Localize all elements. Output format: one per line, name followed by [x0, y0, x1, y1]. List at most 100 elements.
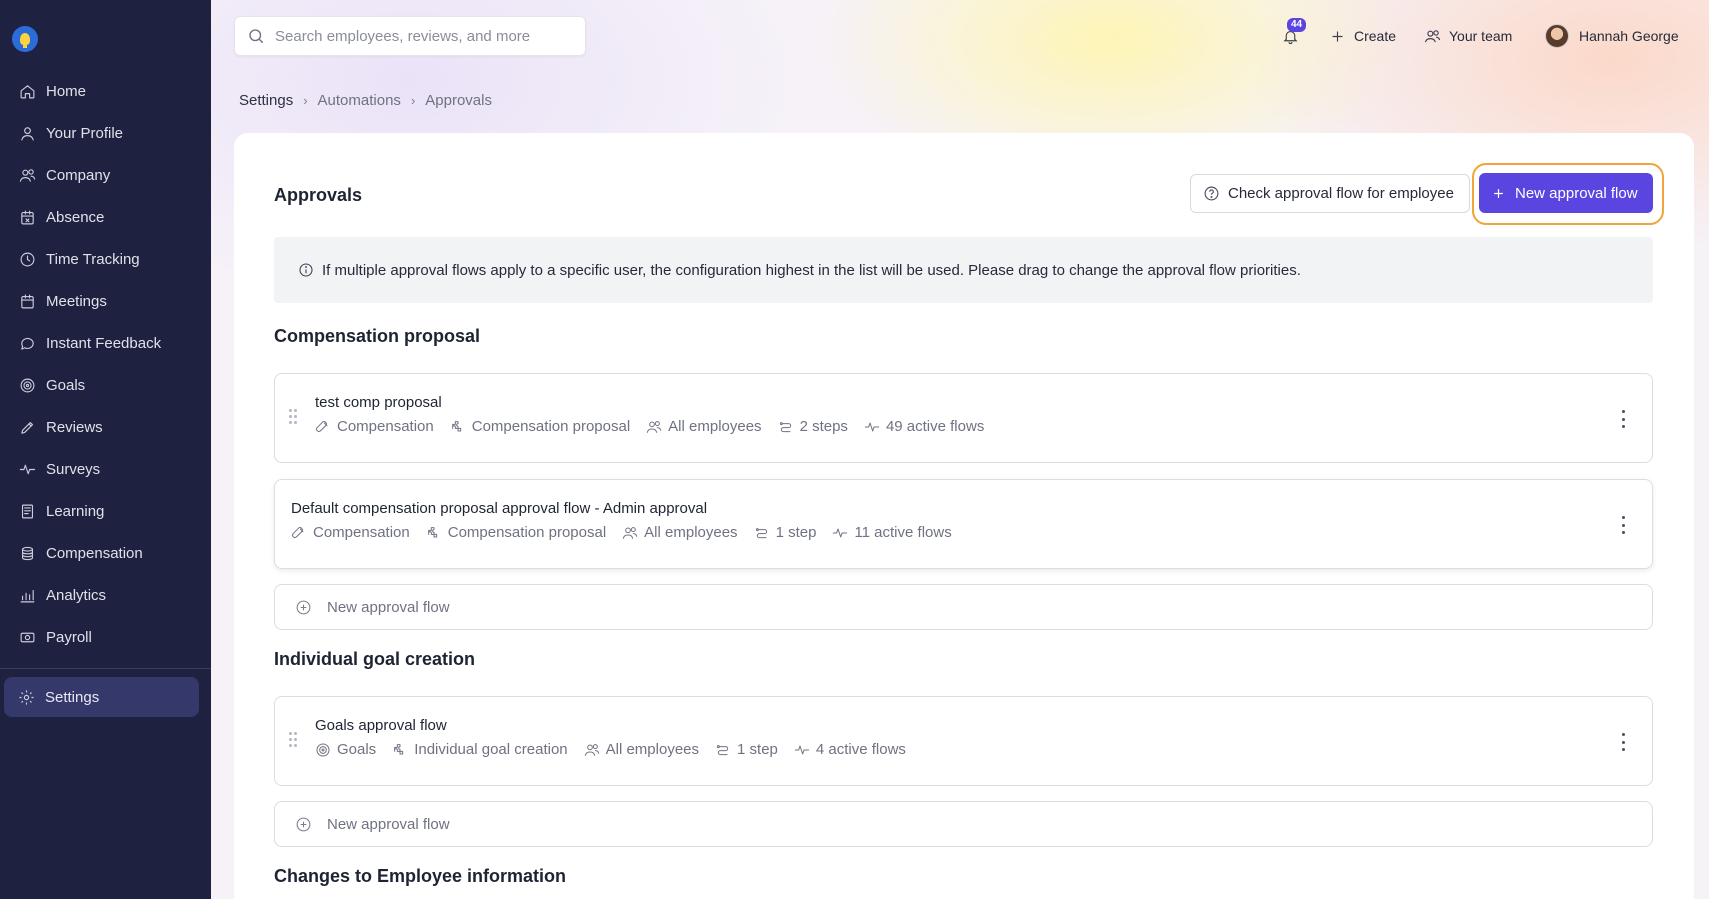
- sidebar-item-label: Surveys: [46, 460, 101, 478]
- users-icon: [623, 526, 638, 539]
- plus-icon: [1332, 31, 1343, 41]
- approval-flow-row[interactable]: Goals approval flow Goals Individual goa…: [274, 696, 1653, 786]
- new-approval-flow-button[interactable]: New approval flow: [1479, 173, 1653, 213]
- sidebar-item-home[interactable]: Home: [0, 70, 211, 112]
- info-banner: If multiple approval flows apply to a sp…: [274, 237, 1653, 303]
- steps-icon: [779, 421, 791, 432]
- sidebar-item-label: Reviews: [46, 418, 103, 436]
- user-menu[interactable]: Hannah George: [1545, 22, 1679, 50]
- notification-badge: 44: [1287, 18, 1307, 32]
- sidebar-item-surveys[interactable]: Surveys: [0, 448, 211, 490]
- calendar-icon: [18, 292, 36, 310]
- flow-module: Compensation: [291, 524, 410, 541]
- users-icon: [584, 743, 599, 756]
- more-options-icon[interactable]: [1620, 410, 1626, 428]
- book-icon: [18, 502, 36, 520]
- sidebar-item-label: Instant Feedback: [46, 334, 162, 352]
- add-approval-flow-button[interactable]: New approval flow: [274, 801, 1653, 847]
- add-approval-flow-label: New approval flow: [327, 815, 450, 833]
- sidebar: Home Your Profile Company Absence Time T…: [0, 0, 211, 899]
- add-approval-flow-button[interactable]: New approval flow: [274, 584, 1653, 630]
- check-approval-flow-label: Check approval flow for employee: [1228, 185, 1454, 202]
- flow-steps: 1 step: [754, 524, 816, 541]
- home-icon: [18, 82, 36, 100]
- sidebar-item-time-tracking[interactable]: Time Tracking: [0, 238, 211, 280]
- sidebar-item-reviews[interactable]: Reviews: [0, 406, 211, 448]
- chart-icon: [18, 586, 36, 604]
- sidebar-item-label: Meetings: [46, 292, 107, 310]
- sidebar-item-goals[interactable]: Goals: [0, 364, 211, 406]
- sidebar-item-absence[interactable]: Absence: [0, 196, 211, 238]
- flow-type: Compensation proposal: [450, 418, 630, 435]
- sidebar-item-analytics[interactable]: Analytics: [0, 574, 211, 616]
- puzzle-icon: [451, 420, 461, 431]
- sidebar-item-label: Settings: [45, 688, 100, 706]
- sidebar-item-payroll[interactable]: Payroll: [0, 616, 211, 658]
- sidebar-item-label: Payroll: [46, 628, 92, 646]
- chat-icon: [18, 334, 36, 352]
- flow-module: Compensation: [315, 418, 434, 435]
- steps-icon: [716, 744, 729, 755]
- search-icon: [249, 29, 264, 44]
- pulse-icon: [864, 422, 880, 431]
- flow-audience: All employees: [622, 524, 738, 541]
- sidebar-item-label: Learning: [46, 502, 105, 520]
- coins-icon: [18, 544, 36, 562]
- pulse-icon: [794, 745, 810, 754]
- sidebar-item-company[interactable]: Company: [0, 154, 211, 196]
- sidebar-item-label: Absence: [46, 208, 105, 226]
- info-text: If multiple approval flows apply to a sp…: [322, 261, 1301, 279]
- search-box[interactable]: [234, 16, 586, 56]
- create-label: Create: [1354, 28, 1397, 44]
- team-icon: [1424, 29, 1441, 42]
- steps-icon: [755, 527, 767, 538]
- breadcrumb: Settings › Automations › Approvals: [239, 92, 492, 109]
- target-icon: [18, 376, 36, 394]
- rocket-icon: [315, 420, 328, 432]
- approval-flow-row[interactable]: Default compensation proposal approval f…: [274, 479, 1653, 569]
- flow-name: test comp proposal: [315, 394, 442, 411]
- new-approval-flow-label: New approval flow: [1515, 184, 1638, 202]
- flow-type: Individual goal creation: [392, 741, 568, 758]
- sidebar-item-your-profile[interactable]: Your Profile: [0, 112, 211, 154]
- breadcrumb-automations[interactable]: Automations: [318, 92, 401, 109]
- flow-steps: 1 step: [715, 741, 778, 758]
- flow-steps: 2 steps: [778, 418, 848, 435]
- sidebar-item-learning[interactable]: Learning: [0, 490, 211, 532]
- sidebar-item-compensation[interactable]: Compensation: [0, 532, 211, 574]
- flow-name: Default compensation proposal approval f…: [291, 500, 708, 517]
- sidebar-item-meetings[interactable]: Meetings: [0, 280, 211, 322]
- section-title-changes-to-employee-information: Changes to Employee information: [274, 866, 567, 886]
- flow-active: 49 active flows: [864, 418, 984, 435]
- clock-icon: [18, 250, 36, 268]
- your-team-button[interactable]: Your team: [1424, 22, 1512, 50]
- flow-audience: All employees: [584, 741, 699, 758]
- approval-flow-row[interactable]: test comp proposal Compensation Compensa…: [274, 373, 1653, 463]
- more-options-icon[interactable]: [1620, 733, 1626, 751]
- your-team-label: Your team: [1449, 28, 1513, 44]
- chevron-right-icon: ›: [303, 93, 308, 108]
- sidebar-item-instant-feedback[interactable]: Instant Feedback: [0, 322, 211, 364]
- drag-handle-icon[interactable]: [289, 732, 299, 748]
- logo-icon[interactable]: [12, 26, 38, 52]
- info-icon: [299, 263, 313, 277]
- money-icon: [18, 628, 36, 646]
- drag-handle-icon[interactable]: [289, 409, 299, 425]
- check-approval-flow-button[interactable]: Check approval flow for employee: [1190, 174, 1470, 213]
- user-icon: [18, 124, 36, 142]
- sidebar-item-label: Analytics: [46, 586, 107, 604]
- more-options-icon[interactable]: [1620, 516, 1626, 534]
- users-icon: [647, 420, 662, 433]
- gear-icon: [19, 689, 34, 705]
- search-input[interactable]: [275, 27, 575, 45]
- flow-meta: Goals Individual goal creation All emplo…: [315, 741, 922, 758]
- flow-type: Compensation proposal: [426, 524, 606, 541]
- create-button[interactable]: Create: [1329, 22, 1396, 50]
- plus-circle-icon: [296, 817, 311, 831]
- plus-icon: [1494, 188, 1503, 198]
- sidebar-item-label: Your Profile: [46, 124, 123, 142]
- sidebar-divider: [0, 668, 211, 669]
- breadcrumb-settings[interactable]: Settings: [239, 92, 293, 109]
- sidebar-item-settings[interactable]: Settings: [4, 677, 199, 717]
- flow-audience: All employees: [646, 418, 762, 435]
